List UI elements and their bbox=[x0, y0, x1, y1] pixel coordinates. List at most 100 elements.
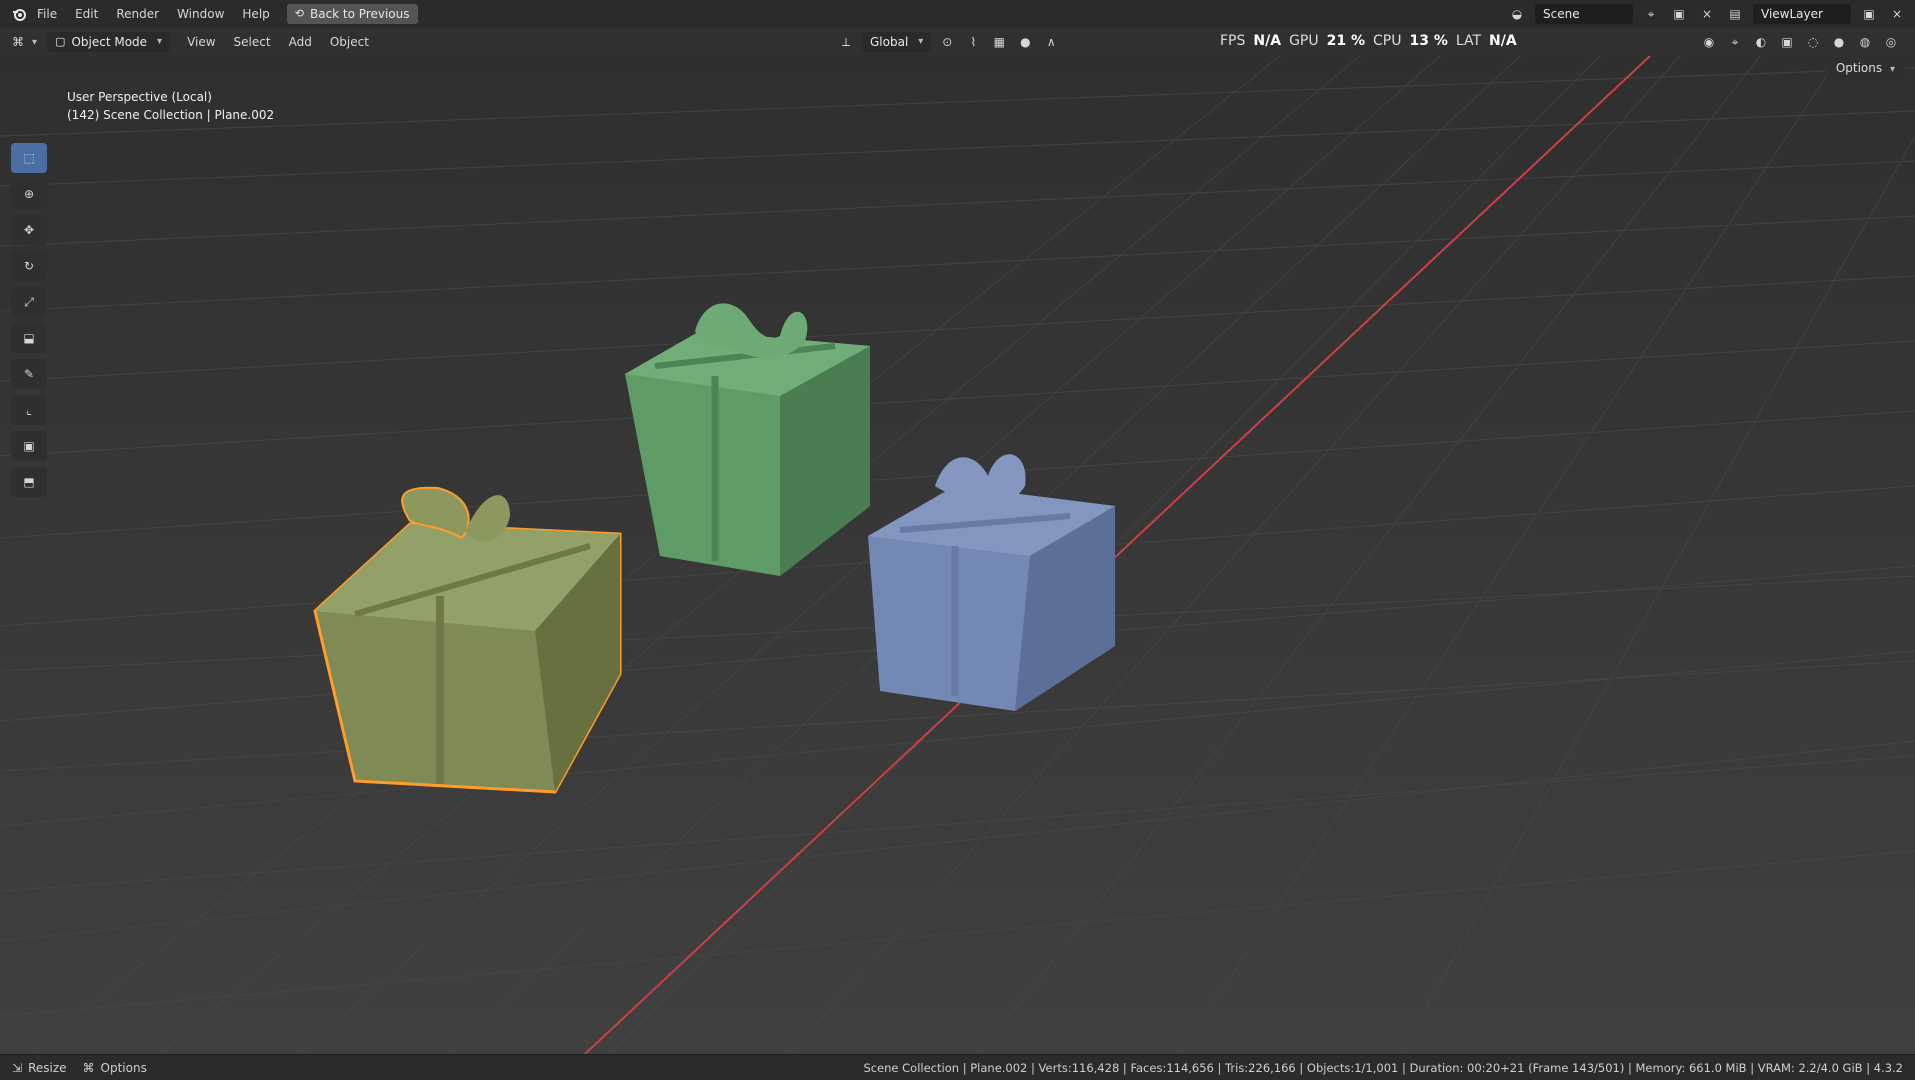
falloff-icon[interactable]: ∧ bbox=[1041, 32, 1061, 52]
status-resize-label: Resize bbox=[28, 1060, 67, 1075]
back-icon: ⟲ bbox=[294, 7, 304, 20]
wireframe-icon[interactable]: ◌ bbox=[1803, 32, 1823, 52]
blender-logo-icon[interactable] bbox=[10, 5, 28, 23]
top-right-controls: ◒ Scene ⌖ ▣ × ▤ ViewLayer ▣ × bbox=[1507, 0, 1907, 28]
viewlayer-label: ViewLayer bbox=[1761, 7, 1823, 21]
lat-label: LAT bbox=[1455, 33, 1482, 49]
transform-label: Global bbox=[870, 35, 909, 49]
add-cube-icon: ▣ bbox=[23, 439, 35, 453]
performance-stats: FPS N/A GPU 21 % CPU 13 % LAT N/A bbox=[1220, 27, 1517, 55]
pin-icon[interactable]: ⌖ bbox=[1641, 4, 1661, 24]
viewport-options-button[interactable]: Options ▾ bbox=[1825, 56, 1905, 80]
mode-label: Object Mode bbox=[71, 35, 148, 49]
mode-chevron-icon: ▾ bbox=[157, 36, 163, 47]
move-icon: ✥ bbox=[23, 223, 35, 237]
menu-help[interactable]: Help bbox=[233, 3, 278, 25]
cpu-value: 13 % bbox=[1409, 33, 1448, 49]
overlay-icon[interactable]: ◐ bbox=[1751, 32, 1771, 52]
status-right-text: Scene Collection | Plane.002 | Verts:116… bbox=[863, 1060, 1903, 1075]
status-left: ⇲ Resize ⌘ Options bbox=[12, 1061, 147, 1075]
transform-controls: ⟂ Global ▾ ⊙ ⌇ ▦ ● ∧ bbox=[836, 32, 1061, 52]
viewport-overlay-info: User Perspective (Local) (142) Scene Col… bbox=[67, 88, 274, 124]
menu-view[interactable]: View bbox=[178, 31, 224, 53]
extrude-icon: ⬒ bbox=[23, 475, 35, 489]
new-scene-icon[interactable]: ▣ bbox=[1669, 4, 1689, 24]
annotate-tool[interactable]: ✎ bbox=[11, 359, 47, 389]
menu-render[interactable]: Render bbox=[107, 3, 168, 25]
menu-add[interactable]: Add bbox=[280, 31, 321, 53]
status-bar: ⇲ Resize ⌘ Options Scene Collection | Pl… bbox=[0, 1054, 1915, 1080]
options-icon: ⌘ bbox=[82, 1060, 95, 1075]
scale-tool[interactable]: ⤢ bbox=[11, 287, 47, 317]
scene-field[interactable]: Scene bbox=[1535, 4, 1633, 24]
tool-shelf: ⬚ ⊕ ✥ ↻ ⤢ ⬓ ✎ ⌞ ▣ ⬒ bbox=[11, 143, 49, 497]
rotate-tool[interactable]: ↻ bbox=[11, 251, 47, 281]
status-options-label: Options bbox=[100, 1060, 147, 1075]
back-to-previous-button[interactable]: ⟲ Back to Previous bbox=[286, 4, 418, 24]
shading-controls: ◉ ⌖ ◐ ▣ ◌ ● ◍ ◎ bbox=[1699, 32, 1901, 52]
viewport-header: ⌘ ▾ ▢ Object Mode ▾ View Select Add Obje… bbox=[0, 28, 1915, 57]
resize-icon: ⇲ bbox=[12, 1060, 23, 1075]
annotate-icon: ✎ bbox=[23, 367, 35, 381]
scale-icon: ⤢ bbox=[24, 294, 34, 309]
proportional-edit-icon[interactable]: ● bbox=[1015, 32, 1035, 52]
back-to-previous-label: Back to Previous bbox=[309, 7, 410, 21]
material-preview-icon[interactable]: ◍ bbox=[1855, 32, 1875, 52]
status-options[interactable]: ⌘ Options bbox=[83, 1061, 147, 1075]
menu-window[interactable]: Window bbox=[168, 3, 233, 25]
gizmo-icon[interactable]: ⌖ bbox=[1725, 32, 1745, 52]
select-box-tool[interactable]: ⬚ bbox=[11, 143, 47, 173]
menu-edit[interactable]: Edit bbox=[66, 3, 107, 25]
lat-value: N/A bbox=[1489, 33, 1517, 49]
fps-value: N/A bbox=[1253, 33, 1282, 49]
pivot-icon[interactable]: ⊙ bbox=[937, 32, 957, 52]
blender-window: File Edit Render Window Help ⟲ Back to P… bbox=[0, 0, 1915, 1080]
select-box-icon: ⬚ bbox=[23, 151, 35, 165]
snap-icon[interactable]: ⌇ bbox=[963, 32, 983, 52]
new-viewlayer-icon[interactable]: ▣ bbox=[1859, 4, 1879, 24]
add-cube-tool[interactable]: ▣ bbox=[11, 431, 47, 461]
scene-label: Scene bbox=[1543, 7, 1580, 21]
viewport-canvas[interactable] bbox=[0, 56, 1915, 1054]
menu-select[interactable]: Select bbox=[225, 31, 280, 53]
visibility-icon[interactable]: ◉ bbox=[1699, 32, 1719, 52]
rendered-shading-icon[interactable]: ◎ bbox=[1881, 32, 1901, 52]
xray-icon[interactable]: ▣ bbox=[1777, 32, 1797, 52]
status-resize[interactable]: ⇲ Resize bbox=[12, 1061, 67, 1075]
rotate-icon: ↻ bbox=[23, 259, 35, 273]
transform-orientation-icon[interactable]: ⟂ bbox=[836, 32, 856, 52]
transform-chevron-icon: ▾ bbox=[918, 36, 924, 47]
view-perspective-label: User Perspective (Local) bbox=[67, 90, 212, 104]
transform-dropdown[interactable]: Global ▾ bbox=[862, 32, 932, 52]
measure-tool[interactable]: ⌞ bbox=[11, 395, 47, 425]
gpu-value: 21 % bbox=[1326, 33, 1365, 49]
close-scene-icon[interactable]: × bbox=[1697, 4, 1717, 24]
object-mode-icon: ▢ bbox=[55, 35, 66, 48]
close-viewlayer-icon[interactable]: × bbox=[1887, 4, 1907, 24]
viewlayer-field[interactable]: ViewLayer bbox=[1753, 4, 1851, 24]
transform-icon: ⬓ bbox=[23, 331, 35, 345]
top-menu-bar: File Edit Render Window Help ⟲ Back to P… bbox=[0, 0, 1915, 29]
cursor-icon: ⊕ bbox=[23, 187, 35, 201]
transform-tool[interactable]: ⬓ bbox=[11, 323, 47, 353]
3d-viewport[interactable]: User Perspective (Local) (142) Scene Col… bbox=[0, 56, 1915, 1054]
viewport-options-chevron-icon: ▾ bbox=[1889, 64, 1895, 75]
measure-icon: ⌞ bbox=[26, 403, 32, 417]
cpu-label: CPU bbox=[1373, 33, 1402, 49]
viewlayer-icon[interactable]: ▤ bbox=[1725, 4, 1745, 24]
cursor-tool[interactable]: ⊕ bbox=[11, 179, 47, 209]
solid-shading-icon[interactable]: ● bbox=[1829, 32, 1849, 52]
editor-type-icon[interactable]: ⌘ bbox=[8, 32, 28, 52]
grid-snap-icon[interactable]: ▦ bbox=[989, 32, 1009, 52]
scene-object-label: (142) Scene Collection | Plane.002 bbox=[67, 108, 275, 122]
editor-type-chevron-icon[interactable]: ▾ bbox=[32, 37, 37, 48]
gpu-label: GPU bbox=[1289, 33, 1319, 49]
menu-object[interactable]: Object bbox=[321, 31, 378, 53]
scene-icon[interactable]: ◒ bbox=[1507, 4, 1527, 24]
move-tool[interactable]: ✥ bbox=[11, 215, 47, 245]
fps-label: FPS bbox=[1220, 33, 1246, 49]
menu-file[interactable]: File bbox=[28, 3, 66, 25]
mode-dropdown[interactable]: ▢ Object Mode ▾ bbox=[47, 32, 171, 52]
extrude-tool[interactable]: ⬒ bbox=[11, 467, 47, 497]
viewport-options-label: Options bbox=[1835, 61, 1883, 75]
